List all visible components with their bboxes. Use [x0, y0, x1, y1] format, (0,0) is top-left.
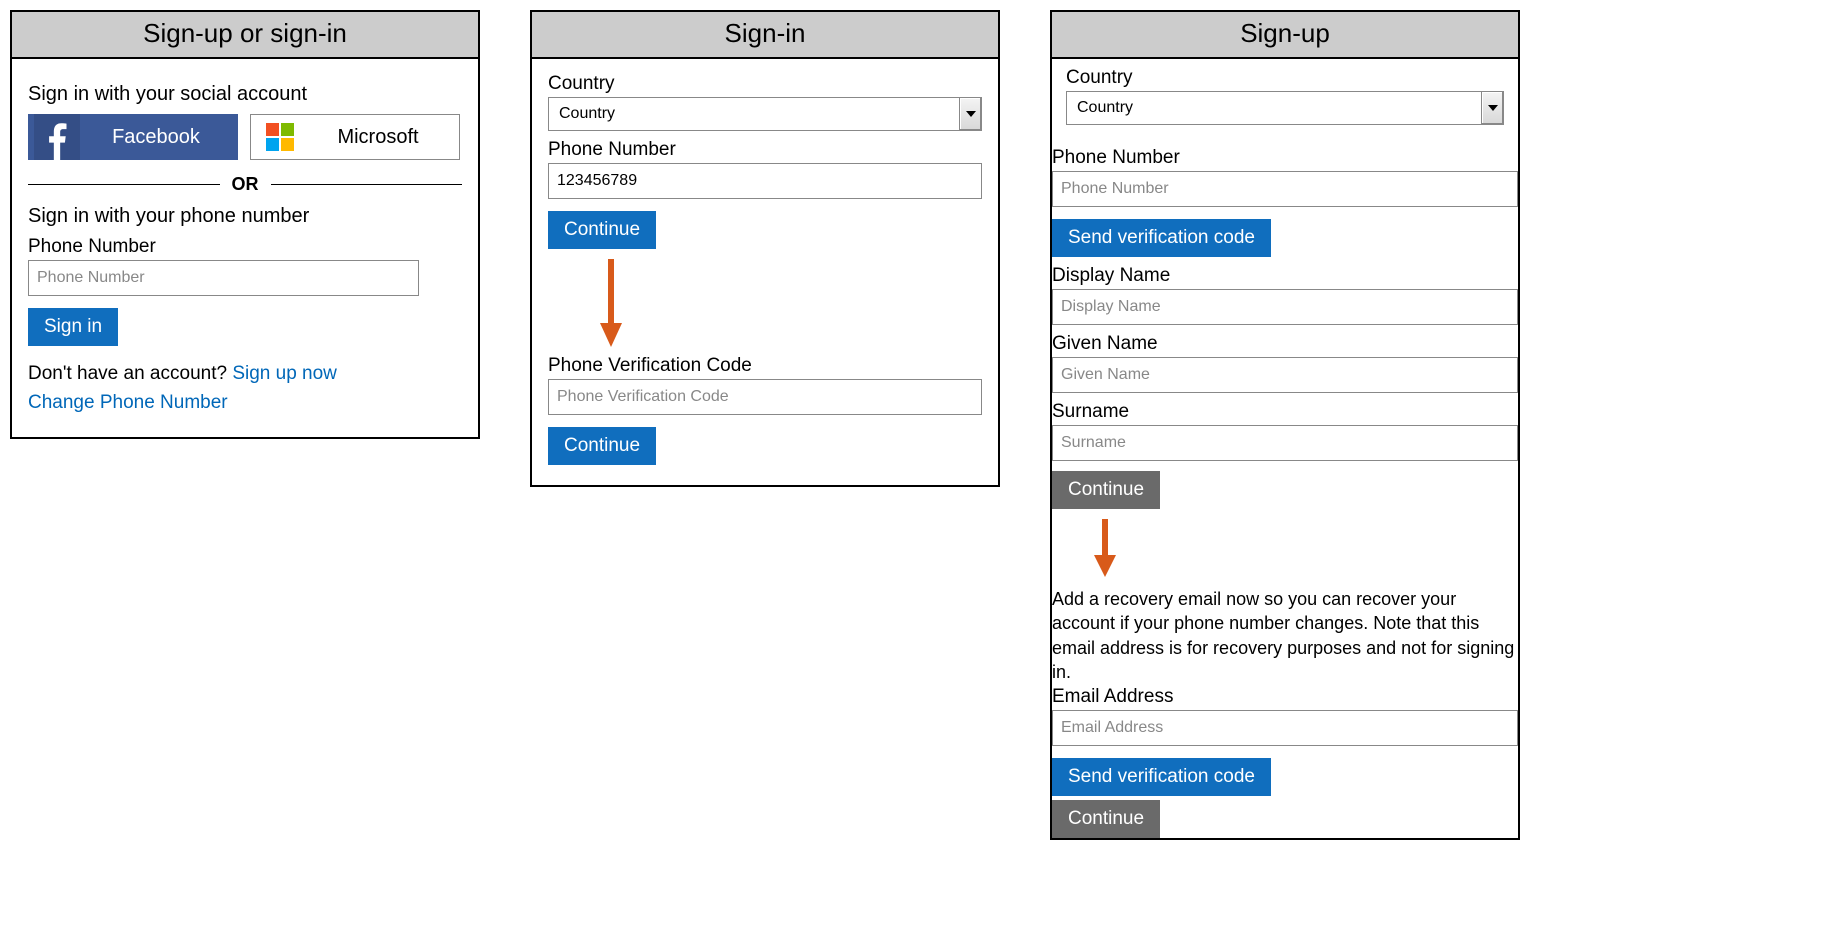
country-label: Country — [548, 73, 982, 95]
panel-title: Sign-up or sign-in — [12, 12, 478, 59]
email-input[interactable] — [1052, 710, 1518, 746]
or-text: OR — [220, 174, 271, 195]
given-name-input[interactable] — [1052, 357, 1518, 393]
country-select[interactable]: Country — [548, 97, 982, 131]
panel-body: Country Country — [1052, 59, 1518, 139]
verification-input[interactable] — [548, 379, 982, 415]
phone-input[interactable] — [1052, 171, 1518, 207]
signin-button[interactable]: Sign in — [28, 308, 118, 346]
continue-button-2[interactable]: Continue — [1052, 800, 1160, 838]
phone-label: Phone Number — [1052, 147, 1518, 169]
signup-now-link[interactable]: Sign up now — [232, 363, 337, 384]
signup-signin-panel: Sign-up or sign-in Sign in with your soc… — [10, 10, 480, 439]
continue-button-2[interactable]: Continue — [548, 427, 656, 465]
verification-label: Phone Verification Code — [548, 355, 982, 377]
country-select[interactable]: Country — [1066, 91, 1504, 125]
flow-arrow-icon — [1052, 517, 1518, 577]
chevron-down-icon — [959, 98, 981, 130]
panel-title: Sign-in — [532, 12, 998, 59]
social-signin-heading: Sign in with your social account — [28, 83, 462, 106]
change-phone-link[interactable]: Change Phone Number — [28, 392, 228, 413]
facebook-icon — [34, 114, 80, 160]
account-links: Don't have an account? Sign up now Chang… — [28, 360, 462, 417]
given-name-label: Given Name — [1052, 333, 1518, 355]
phone-input[interactable] — [548, 163, 982, 199]
panel-title: Sign-up — [1052, 12, 1518, 59]
panel-body: Country Country Phone Number Continue Ph… — [532, 59, 998, 485]
recovery-description: Add a recovery email now so you can reco… — [1052, 587, 1518, 684]
chevron-down-icon — [1481, 92, 1503, 124]
facebook-label: Facebook — [80, 126, 232, 149]
phone-label: Phone Number — [28, 236, 462, 258]
country-value: Country — [549, 105, 959, 123]
facebook-button[interactable]: Facebook — [28, 114, 238, 160]
country-label: Country — [1066, 67, 1504, 89]
or-divider: OR — [28, 174, 462, 195]
email-label: Email Address — [1052, 686, 1518, 708]
send-code-button-1[interactable]: Send verification code — [1052, 219, 1271, 257]
social-buttons-row: Facebook Microsoft — [28, 114, 462, 160]
send-code-button-2[interactable]: Send verification code — [1052, 758, 1271, 796]
no-account-text: Don't have an account? — [28, 363, 232, 384]
panel-body: Sign in with your social account Faceboo… — [12, 59, 478, 437]
continue-button-1[interactable]: Continue — [1052, 471, 1160, 509]
signin-panel: Sign-in Country Country Phone Number Con… — [530, 10, 1000, 487]
phone-input[interactable] — [28, 260, 419, 296]
display-name-label: Display Name — [1052, 265, 1518, 287]
microsoft-label: Microsoft — [303, 126, 453, 149]
microsoft-button[interactable]: Microsoft — [250, 114, 460, 160]
display-name-input[interactable] — [1052, 289, 1518, 325]
surname-label: Surname — [1052, 401, 1518, 423]
phone-signin-heading: Sign in with your phone number — [28, 205, 462, 228]
signup-panel: Sign-up Country Country Phone Number Sen… — [1050, 10, 1520, 840]
microsoft-icon — [257, 114, 303, 160]
surname-input[interactable] — [1052, 425, 1518, 461]
phone-label: Phone Number — [548, 139, 982, 161]
continue-button-1[interactable]: Continue — [548, 211, 656, 249]
country-value: Country — [1067, 99, 1481, 117]
flow-arrow-icon — [548, 257, 982, 347]
